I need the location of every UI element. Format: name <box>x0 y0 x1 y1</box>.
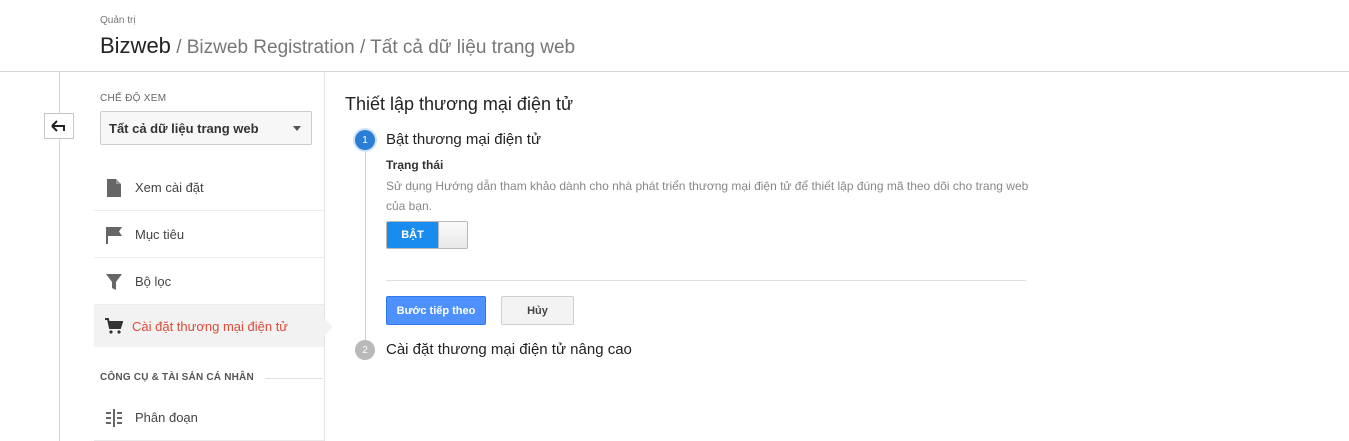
view-select-value: Tất cả dữ liệu trang web <box>109 120 259 136</box>
sidebar-item-label: Xem cài đặt <box>135 180 204 195</box>
toggle-on-label: BẬT <box>387 222 438 248</box>
back-arrow-icon <box>51 120 65 132</box>
status-label: Trạng thái <box>386 158 444 172</box>
next-step-button[interactable]: Bước tiếp theo <box>386 296 486 325</box>
sidebar-item-label: Bộ lọc <box>135 274 172 289</box>
sidebar-item-label: Cài đặt thương mại điện tử <box>132 318 289 334</box>
step1-badge: 1 <box>355 130 375 150</box>
active-pointer <box>324 318 333 336</box>
sidebar-divider <box>324 72 325 441</box>
step2-title[interactable]: Cài đặt thương mại điện tử nâng cao <box>386 341 632 358</box>
admin-label: Quản trị <box>100 15 136 26</box>
cart-icon <box>104 316 124 336</box>
sidebar-item-label: Mục tiêu <box>135 227 185 242</box>
main-title: Thiết lập thương mại điện tử <box>345 94 574 114</box>
breadcrumb: / Bizweb Registration / Tất cả dữ liệu t… <box>170 37 576 58</box>
account-name[interactable]: Bizweb <box>100 33 171 58</box>
step-separator <box>386 280 1026 281</box>
status-description: Sử dụng Hướng dẫn tham khảo dành cho nhà… <box>386 179 1029 213</box>
sidebar-item-ecommerce[interactable]: Cài đặt thương mại điện tử <box>94 305 324 347</box>
step2-badge: 2 <box>355 340 375 360</box>
filter-icon <box>104 272 124 292</box>
step-connector <box>365 150 366 342</box>
sidebar-item-goals[interactable]: Mục tiêu <box>94 212 324 258</box>
view-label: CHẾ ĐỘ XEM <box>100 93 167 104</box>
view-select[interactable]: Tất cả dữ liệu trang web <box>100 111 312 145</box>
header-divider <box>0 71 1349 72</box>
flag-icon <box>104 225 124 245</box>
sidebar-item-filters[interactable]: Bộ lọc <box>94 259 324 305</box>
segments-icon <box>104 408 124 428</box>
back-button[interactable] <box>44 113 74 139</box>
tools-section-label: CÔNG CỤ & TÀI SẢN CÁ NHÂN <box>100 372 254 383</box>
cancel-button[interactable]: Hủy <box>501 296 574 325</box>
toggle-knob <box>438 222 467 248</box>
chevron-down-icon <box>293 125 301 131</box>
step1-title: Bật thương mại điện tử <box>386 131 541 148</box>
ecommerce-toggle[interactable]: BẬT <box>386 221 468 249</box>
sidebar-item-segments[interactable]: Phân đoạn <box>94 395 324 441</box>
sidebar-item-label: Phân đoạn <box>135 410 198 425</box>
page-title: Bizweb / Bizweb Registration / Tất cả dữ… <box>100 33 575 59</box>
tools-divider <box>265 378 323 379</box>
document-icon <box>104 178 124 198</box>
sidebar-item-view-settings[interactable]: Xem cài đặt <box>94 165 324 211</box>
